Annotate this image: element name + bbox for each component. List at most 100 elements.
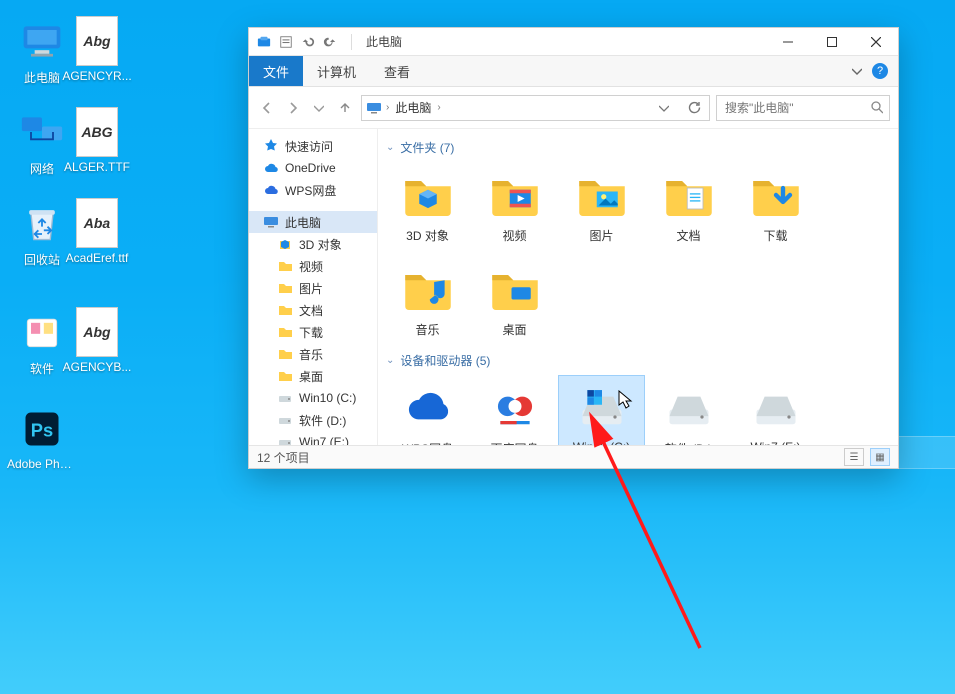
desktop-icon-acaderef[interactable]: AbaAcadEref.ttf bbox=[62, 199, 132, 265]
maximize-button[interactable] bbox=[810, 28, 854, 55]
sidebar-item-desktop[interactable]: 桌面 bbox=[249, 365, 377, 387]
ribbon-tab-computer[interactable]: 计算机 bbox=[303, 56, 370, 86]
close-button[interactable] bbox=[854, 28, 898, 55]
address-bar[interactable]: › 此电脑 › bbox=[361, 95, 710, 121]
tile-softd[interactable]: 软件 (D:) bbox=[645, 375, 732, 445]
desktop-icon-agencyr[interactable]: AbgAGENCYR... bbox=[62, 17, 132, 83]
tile-label: 音乐 bbox=[385, 321, 470, 338]
group-header-folders[interactable]: ⌄文件夹 (7) bbox=[386, 139, 892, 156]
desktop-icon-agencyb[interactable]: AbgAGENCYB... bbox=[62, 308, 132, 374]
osdrive-icon bbox=[574, 380, 630, 436]
sidebar-item-label: 此电脑 bbox=[285, 214, 321, 231]
tile-baidu[interactable]: 百度网盘 bbox=[471, 375, 558, 445]
tile-docs[interactable]: 文档 bbox=[645, 162, 732, 256]
sidebar-item-label: 图片 bbox=[299, 280, 323, 297]
tile-label: 文档 bbox=[646, 227, 731, 244]
view-tiles-button[interactable]: ▦ bbox=[870, 448, 890, 466]
tile-label: 图片 bbox=[559, 227, 644, 244]
tile-video[interactable]: 视频 bbox=[471, 162, 558, 256]
desktop-icon-label: AGENCYR... bbox=[62, 69, 132, 83]
chevron-icon: › bbox=[437, 102, 440, 113]
sidebar-item-onedrive[interactable]: OneDrive bbox=[249, 157, 377, 179]
ribbon: 文件 计算机 查看 ? bbox=[249, 56, 898, 87]
view-details-button[interactable]: ☰ bbox=[844, 448, 864, 466]
nav-recent-button[interactable] bbox=[309, 98, 329, 118]
desktop-icon-alger[interactable]: ABGALGER.TTF bbox=[62, 108, 132, 174]
sidebar-item-downloads[interactable]: 下载 bbox=[249, 321, 377, 343]
sidebar-item-win7e[interactable]: Win7 (E:) bbox=[249, 431, 377, 445]
drive-icon bbox=[277, 390, 293, 406]
sidebar-item-quick[interactable]: 快速访问 bbox=[249, 135, 377, 157]
sidebar-item-pictures[interactable]: 图片 bbox=[249, 277, 377, 299]
ribbon-expand-icon[interactable] bbox=[852, 66, 862, 76]
ribbon-tab-view[interactable]: 查看 bbox=[370, 56, 424, 86]
folder-icon bbox=[277, 302, 293, 318]
docs-icon bbox=[661, 167, 717, 223]
recycle-icon bbox=[18, 199, 66, 247]
app-icon bbox=[257, 35, 271, 49]
group-header-drives[interactable]: ⌄设备和驱动器 (5) bbox=[386, 352, 892, 369]
tile-downloads[interactable]: 下载 bbox=[732, 162, 819, 256]
ribbon-file-tab[interactable]: 文件 bbox=[249, 56, 303, 86]
qat-undo-icon[interactable] bbox=[301, 35, 315, 49]
nav-forward-button[interactable] bbox=[283, 98, 303, 118]
desktop-icon-label: AcadEref.ttf bbox=[62, 251, 132, 265]
sidebar-item-3d[interactable]: 3D 对象 bbox=[249, 233, 377, 255]
content-pane: ⌄文件夹 (7) 3D 对象 视频 图片 文档 下载 音乐 桌面 ⌄设备和驱动器 … bbox=[378, 129, 898, 445]
sidebar-item-label: 软件 (D:) bbox=[299, 412, 346, 429]
sidebar-item-label: OneDrive bbox=[285, 161, 336, 175]
help-button[interactable]: ? bbox=[872, 63, 888, 79]
sidebar-item-docs[interactable]: 文档 bbox=[249, 299, 377, 321]
tile-pictures[interactable]: 图片 bbox=[558, 162, 645, 256]
sidebar-item-video[interactable]: 视频 bbox=[249, 255, 377, 277]
sidebar-item-music[interactable]: 音乐 bbox=[249, 343, 377, 365]
3d-icon bbox=[400, 167, 456, 223]
nav-back-button[interactable] bbox=[257, 98, 277, 118]
wps-big-icon bbox=[400, 380, 456, 436]
search-input[interactable] bbox=[723, 100, 871, 116]
sidebar-item-label: Win7 (E:) bbox=[299, 435, 349, 445]
desktop-icon-label: AGENCYB... bbox=[62, 360, 132, 374]
wps-icon bbox=[263, 182, 279, 198]
sidebar-item-softd[interactable]: 软件 (D:) bbox=[249, 409, 377, 431]
tile-win10c[interactable]: Win10 (C:) bbox=[558, 375, 645, 445]
nav-up-button[interactable] bbox=[335, 98, 355, 118]
address-row: › 此电脑 › bbox=[249, 87, 898, 129]
sidebar-item-label: 视频 bbox=[299, 258, 323, 275]
chevron-icon: › bbox=[386, 102, 389, 113]
svg-text:Ps: Ps bbox=[31, 419, 53, 440]
status-bar: 12 个项目 ☰ ▦ bbox=[249, 445, 898, 468]
pc-icon bbox=[18, 17, 66, 65]
sidebar-item-label: 3D 对象 bbox=[299, 236, 342, 253]
tile-label: 下载 bbox=[733, 227, 818, 244]
sidebar-item-wps[interactable]: WPS网盘 bbox=[249, 179, 377, 201]
desktop-icon-label: Adobe Photosh… bbox=[7, 457, 77, 471]
chevron-down-icon: ⌄ bbox=[386, 142, 394, 153]
3d-icon bbox=[277, 236, 293, 252]
pictures-icon bbox=[574, 167, 630, 223]
desktop-icon-label: ALGER.TTF bbox=[62, 160, 132, 174]
search-box[interactable] bbox=[716, 95, 890, 121]
pc-icon bbox=[263, 214, 279, 230]
tile-wpspan[interactable]: WPS网盘 bbox=[384, 375, 471, 445]
minimize-button[interactable] bbox=[766, 28, 810, 55]
tile-music[interactable]: 音乐 bbox=[384, 256, 471, 350]
tile-3d[interactable]: 3D 对象 bbox=[384, 162, 471, 256]
status-text: 12 个项目 bbox=[257, 449, 310, 466]
sidebar-item-label: Win10 (C:) bbox=[299, 391, 356, 405]
refresh-button[interactable] bbox=[683, 98, 705, 118]
desktop-icon-ps[interactable]: Ps Adobe Photosh… bbox=[7, 405, 77, 471]
sidebar-item-label: 下载 bbox=[299, 324, 323, 341]
sidebar-item-win10c[interactable]: Win10 (C:) bbox=[249, 387, 377, 409]
tile-win7e[interactable]: Win7 (E:) bbox=[732, 375, 819, 445]
qat-redo-icon[interactable] bbox=[323, 35, 337, 49]
tile-desktop[interactable]: 桌面 bbox=[471, 256, 558, 350]
address-dropdown-icon[interactable] bbox=[659, 103, 679, 113]
drive-icon bbox=[661, 380, 717, 436]
folder-icon bbox=[277, 280, 293, 296]
sidebar-item-thispc[interactable]: 此电脑 bbox=[249, 211, 377, 233]
chevron-down-icon: ⌄ bbox=[386, 355, 394, 366]
download-icon bbox=[748, 167, 804, 223]
breadcrumb-item[interactable]: 此电脑 bbox=[393, 99, 433, 116]
qat-properties-icon[interactable] bbox=[279, 35, 293, 49]
